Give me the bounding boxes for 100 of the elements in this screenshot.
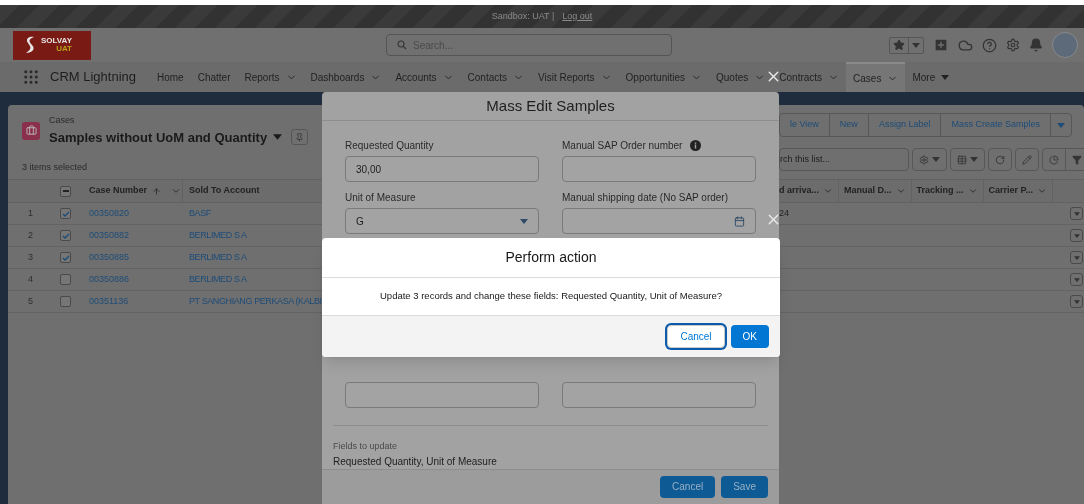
input-field[interactable]: 30,00	[345, 156, 539, 183]
caret-icon	[912, 42, 920, 48]
logo[interactable]: SOLVAY UAT	[13, 30, 91, 60]
search-icon	[397, 40, 407, 50]
chevron-icon	[1036, 186, 1047, 196]
favorites-button[interactable]	[889, 36, 924, 54]
nav-tab[interactable]: Opportunities	[618, 62, 710, 92]
chevron-icon	[823, 186, 834, 196]
info-icon	[690, 140, 702, 152]
list-view-title: Samples without UoM and Quantity	[49, 128, 268, 147]
app-name: CRM Lightning	[50, 68, 136, 87]
checkbox[interactable]	[60, 208, 71, 219]
bell-icon[interactable]	[1029, 38, 1043, 52]
modal-button[interactable]: Cancel	[660, 475, 716, 498]
filter-icon	[1072, 154, 1082, 165]
field-label: Manual shipping date (No SAP order)	[562, 191, 729, 206]
nav-tab[interactable]: Contacts	[460, 62, 532, 92]
date-field[interactable]	[562, 208, 756, 235]
checkbox[interactable]	[60, 274, 71, 285]
action-button[interactable]: Assign Label	[867, 114, 941, 136]
nav-tab[interactable]: Chatter	[190, 62, 238, 92]
help-icon[interactable]	[982, 37, 997, 53]
caret-icon	[970, 157, 978, 162]
case-number-link[interactable]: 00350885	[83, 250, 183, 265]
case-number-link[interactable]: 00350886	[83, 272, 183, 287]
list-view-dropdown-icon	[273, 134, 283, 141]
account-link[interactable]: BASF	[183, 206, 211, 221]
pie-chart-icon	[1049, 154, 1059, 165]
dialog-message: Update 3 records and change these fields: Requested Quantity, Unit of Measure?	[380, 289, 722, 304]
column-header[interactable]: Sold To Account	[183, 180, 322, 202]
column-header[interactable]: Tracking ...	[911, 180, 984, 202]
case-number-link[interactable]: 00350882	[83, 228, 183, 243]
row-number: 5	[27, 294, 34, 308]
action-button[interactable]: Mass Create Samples	[940, 114, 1050, 136]
row-actions-button[interactable]	[1070, 207, 1083, 220]
nav-tab[interactable]: More	[905, 62, 957, 92]
caret-icon	[1073, 299, 1080, 304]
modal-button[interactable]: Save	[721, 475, 768, 498]
case-number-link[interactable]: 00350820	[83, 206, 183, 221]
add-icon[interactable]	[933, 37, 949, 53]
dialog-button[interactable]: Cancel	[667, 325, 725, 348]
action-button[interactable]: le View	[780, 114, 829, 136]
column-header[interactable]: Carrier P...	[983, 180, 1053, 202]
nav-tab[interactable]: Visit Reports	[531, 62, 619, 92]
pin-button[interactable]	[291, 129, 309, 146]
list-search-field[interactable]: rch this list...	[779, 148, 909, 171]
row-actions-button[interactable]	[1070, 273, 1083, 286]
settings-icon[interactable]	[1006, 38, 1020, 52]
avatar[interactable]	[1052, 32, 1078, 58]
case-number-link[interactable]: 00351136	[83, 294, 183, 309]
account-link[interactable]: PT SANGHIANG PERKASA (KALBI	[183, 294, 322, 309]
edit-button[interactable]	[1015, 148, 1039, 171]
briefcase-icon	[25, 125, 37, 136]
nav-tab[interactable]: Cases	[846, 62, 906, 92]
nav-tab[interactable]: Reports	[237, 62, 304, 92]
refresh-icon	[995, 154, 1005, 165]
cloud-icon[interactable]	[958, 37, 973, 53]
checkbox[interactable]	[60, 230, 71, 241]
action-button[interactable]: New	[828, 114, 868, 136]
dialog-title: Perform action	[505, 248, 597, 267]
field-label: Requested Quantity	[345, 139, 434, 154]
settings-menu-button[interactable]	[912, 148, 947, 171]
app-launcher-icon[interactable]	[22, 68, 40, 86]
row-actions-button[interactable]	[1070, 251, 1083, 264]
star-icon	[893, 39, 905, 51]
field-label: Unit of Measure	[345, 191, 416, 206]
row-actions-button[interactable]	[1070, 295, 1083, 308]
logout-link[interactable]: Log out	[562, 9, 593, 24]
select-field[interactable]: G	[345, 208, 539, 235]
input-field[interactable]	[562, 156, 756, 183]
nav-tab[interactable]: Contracts	[772, 62, 847, 92]
row-number: 2	[27, 228, 34, 242]
input-field[interactable]	[345, 382, 539, 409]
chevron-icon	[967, 186, 978, 196]
checkbox[interactable]	[60, 252, 71, 263]
dialog-button[interactable]: OK	[730, 325, 769, 348]
account-link[interactable]: BERLIMED S A	[183, 228, 247, 243]
input-field[interactable]	[562, 382, 756, 409]
nav-tab[interactable]: Accounts	[388, 62, 461, 92]
account-link[interactable]: BERLIMED S A	[183, 272, 247, 287]
display-as-button[interactable]	[950, 148, 985, 171]
row-actions-button[interactable]	[1070, 229, 1083, 242]
refresh-button[interactable]	[988, 148, 1012, 171]
caret-icon	[1073, 255, 1080, 260]
account-link[interactable]: BERLIMED S A	[183, 250, 247, 265]
checkbox[interactable]	[60, 296, 71, 307]
field-label: Manual SAP Order number	[562, 139, 683, 154]
nav-tab[interactable]: Quotes	[709, 62, 773, 92]
modal-title: Mass Edit Samples	[486, 95, 615, 116]
pin-icon	[295, 132, 305, 142]
nav-tab[interactable]: Dashboards	[303, 62, 389, 92]
select-all-checkbox[interactable]	[60, 185, 71, 197]
filter-button[interactable]	[1065, 149, 1084, 170]
column-header[interactable]: Manual D...	[839, 180, 912, 202]
caret-icon	[941, 74, 950, 80]
environment-label: UAT	[56, 45, 72, 53]
sandbox-label: Sandbox: UAT |	[491, 9, 555, 23]
column-header[interactable]: Case Number	[83, 180, 183, 202]
nav-tab[interactable]: Home	[150, 62, 191, 92]
summary-label: Fields to update	[333, 440, 399, 454]
